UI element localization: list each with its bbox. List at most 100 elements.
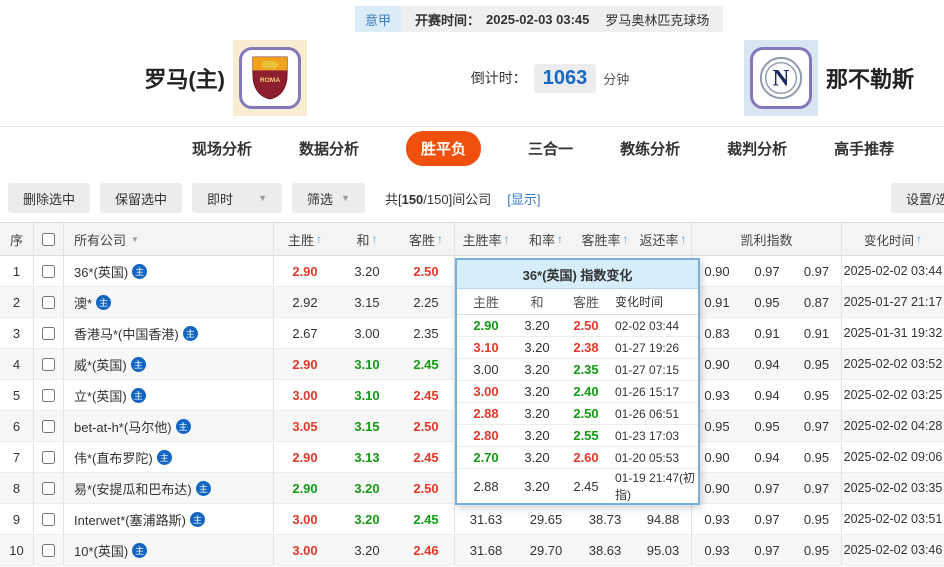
company-name[interactable]: 立*(英国)主	[64, 380, 274, 410]
row-checkbox[interactable]	[42, 482, 55, 495]
change-time: 2025-02-02 09:06	[842, 442, 944, 472]
row-checkbox[interactable]	[42, 358, 55, 371]
col-home-rate[interactable]: 主胜率↑	[455, 223, 517, 255]
time-filter-select[interactable]: 即时 ▼	[192, 183, 282, 213]
company-name[interactable]: 澳*主	[64, 287, 274, 317]
kelly-draw: 0.94	[742, 442, 792, 472]
kelly-away: 0.95	[792, 380, 842, 410]
col-draw-rate[interactable]: 和率↑	[517, 223, 575, 255]
draw-rate: 29.65	[517, 504, 575, 534]
filter-button[interactable]: 筛选 ▼	[292, 183, 365, 213]
draw-odds[interactable]: 3.10	[336, 380, 398, 410]
draw-odds[interactable]: 3.00	[336, 318, 398, 348]
company-home-badge-icon: 主	[196, 481, 211, 496]
sort-up-icon: ↑	[504, 232, 510, 246]
col-away-odds[interactable]: 客胜↑	[398, 223, 455, 255]
nav-tab-4[interactable]: 教练分析	[620, 138, 680, 159]
company-name[interactable]: 36*(英国)主	[64, 256, 274, 286]
away-odds[interactable]: 2.50	[398, 473, 455, 503]
delete-selected-button[interactable]: 删除选中	[8, 183, 90, 213]
show-link[interactable]: [显示]	[507, 189, 540, 208]
company-name[interactable]: 威*(英国)主	[64, 349, 274, 379]
draw-odds[interactable]: 3.13	[336, 442, 398, 472]
company-name[interactable]: 香港马*(中国香港)主	[64, 318, 274, 348]
company-name[interactable]: 易*(安提瓜和巴布达)主	[64, 473, 274, 503]
row-seq: 7	[0, 442, 34, 472]
home-odds[interactable]: 2.90	[274, 349, 336, 379]
nav-tab-0[interactable]: 现场分析	[192, 138, 252, 159]
row-seq: 3	[0, 318, 34, 348]
row-checkbox[interactable]	[42, 544, 55, 557]
nav-tab-2[interactable]: 胜平负	[406, 131, 481, 166]
popup-header: 主胜 和 客胜 变化时间	[457, 289, 698, 315]
col-change-time[interactable]: 变化时间↑	[842, 223, 944, 255]
draw-odds[interactable]: 3.15	[336, 411, 398, 441]
draw-odds[interactable]: 3.20	[336, 504, 398, 534]
company-name[interactable]: 10*(英国)主	[64, 535, 274, 565]
home-odds[interactable]: 2.90	[274, 442, 336, 472]
row-seq: 2	[0, 287, 34, 317]
select-all-checkbox[interactable]	[42, 233, 55, 246]
draw-odds[interactable]: 3.20	[336, 256, 398, 286]
company-name[interactable]: 伟*(直布罗陀)主	[64, 442, 274, 472]
popup-away-odds: 2.60	[559, 450, 613, 465]
away-odds[interactable]: 2.50	[398, 256, 455, 286]
col-company[interactable]: 所有公司▼	[64, 223, 274, 255]
col-home-odds[interactable]: 主胜↑	[274, 223, 336, 255]
company-name[interactable]: bet-at-h*(马尔他)主	[64, 411, 274, 441]
keep-selected-button[interactable]: 保留选中	[100, 183, 182, 213]
settings-button[interactable]: 设置/选	[891, 183, 944, 213]
row-checkbox[interactable]	[42, 513, 55, 526]
draw-odds[interactable]: 3.20	[336, 473, 398, 503]
draw-odds[interactable]: 3.15	[336, 287, 398, 317]
match-info-bar: 意甲 开赛时间：2025-02-03 03:45 罗马奥林匹克球场	[355, 6, 723, 32]
home-odds[interactable]: 2.92	[274, 287, 336, 317]
away-odds[interactable]: 2.50	[398, 411, 455, 441]
away-odds[interactable]: 2.45	[398, 442, 455, 472]
sort-up-icon: ↑	[372, 232, 378, 246]
nav-tab-1[interactable]: 数据分析	[299, 138, 359, 159]
napoli-crest-icon: N	[758, 55, 804, 101]
league-badge[interactable]: 意甲	[355, 6, 401, 32]
away-odds[interactable]: 2.25	[398, 287, 455, 317]
row-checkbox[interactable]	[42, 296, 55, 309]
draw-odds[interactable]: 3.10	[336, 349, 398, 379]
change-time: 2025-02-02 03:25	[842, 380, 944, 410]
home-odds[interactable]: 2.90	[274, 256, 336, 286]
nav-tab-5[interactable]: 裁判分析	[727, 138, 787, 159]
away-odds[interactable]: 2.45	[398, 380, 455, 410]
change-time: 2025-02-02 03:52	[842, 349, 944, 379]
row-checkbox[interactable]	[42, 327, 55, 340]
popup-away-odds: 2.40	[559, 384, 613, 399]
nav-tab-6[interactable]: 高手推荐	[834, 138, 894, 159]
home-odds[interactable]: 2.67	[274, 318, 336, 348]
row-seq: 9	[0, 504, 34, 534]
home-odds[interactable]: 3.00	[274, 504, 336, 534]
away-odds[interactable]: 2.35	[398, 318, 455, 348]
row-checkbox[interactable]	[42, 265, 55, 278]
home-odds[interactable]: 3.00	[274, 380, 336, 410]
away-odds[interactable]: 2.45	[398, 349, 455, 379]
home-odds[interactable]: 2.90	[274, 473, 336, 503]
draw-odds[interactable]: 3.20	[336, 535, 398, 565]
away-odds[interactable]: 2.46	[398, 535, 455, 565]
away-odds[interactable]: 2.45	[398, 504, 455, 534]
table-header: 序 所有公司▼ 主胜↑ 和↑ 客胜↑ 主胜率↑ 和率↑ 客胜率↑ 返还率↑ 凯利…	[0, 222, 944, 256]
row-seq: 6	[0, 411, 34, 441]
home-odds[interactable]: 3.05	[274, 411, 336, 441]
row-checkbox[interactable]	[42, 389, 55, 402]
row-checkbox[interactable]	[42, 420, 55, 433]
nav-tab-3[interactable]: 三合一	[528, 138, 573, 159]
company-name[interactable]: Interwet*(塞浦路斯)主	[64, 504, 274, 534]
col-draw-odds[interactable]: 和↑	[336, 223, 398, 255]
col-return-rate[interactable]: 返还率↑	[635, 223, 692, 255]
popup-change-time: 01-20 05:53	[613, 451, 698, 465]
row-checkbox[interactable]	[42, 451, 55, 464]
company-home-badge-icon: 主	[157, 450, 172, 465]
kelly-away: 0.95	[792, 535, 842, 565]
popup-away-odds: 2.35	[559, 362, 613, 377]
kelly-draw: 0.94	[742, 380, 792, 410]
col-away-rate[interactable]: 客胜率↑	[575, 223, 635, 255]
away-team-logo: N	[744, 40, 818, 116]
home-odds[interactable]: 3.00	[274, 535, 336, 565]
